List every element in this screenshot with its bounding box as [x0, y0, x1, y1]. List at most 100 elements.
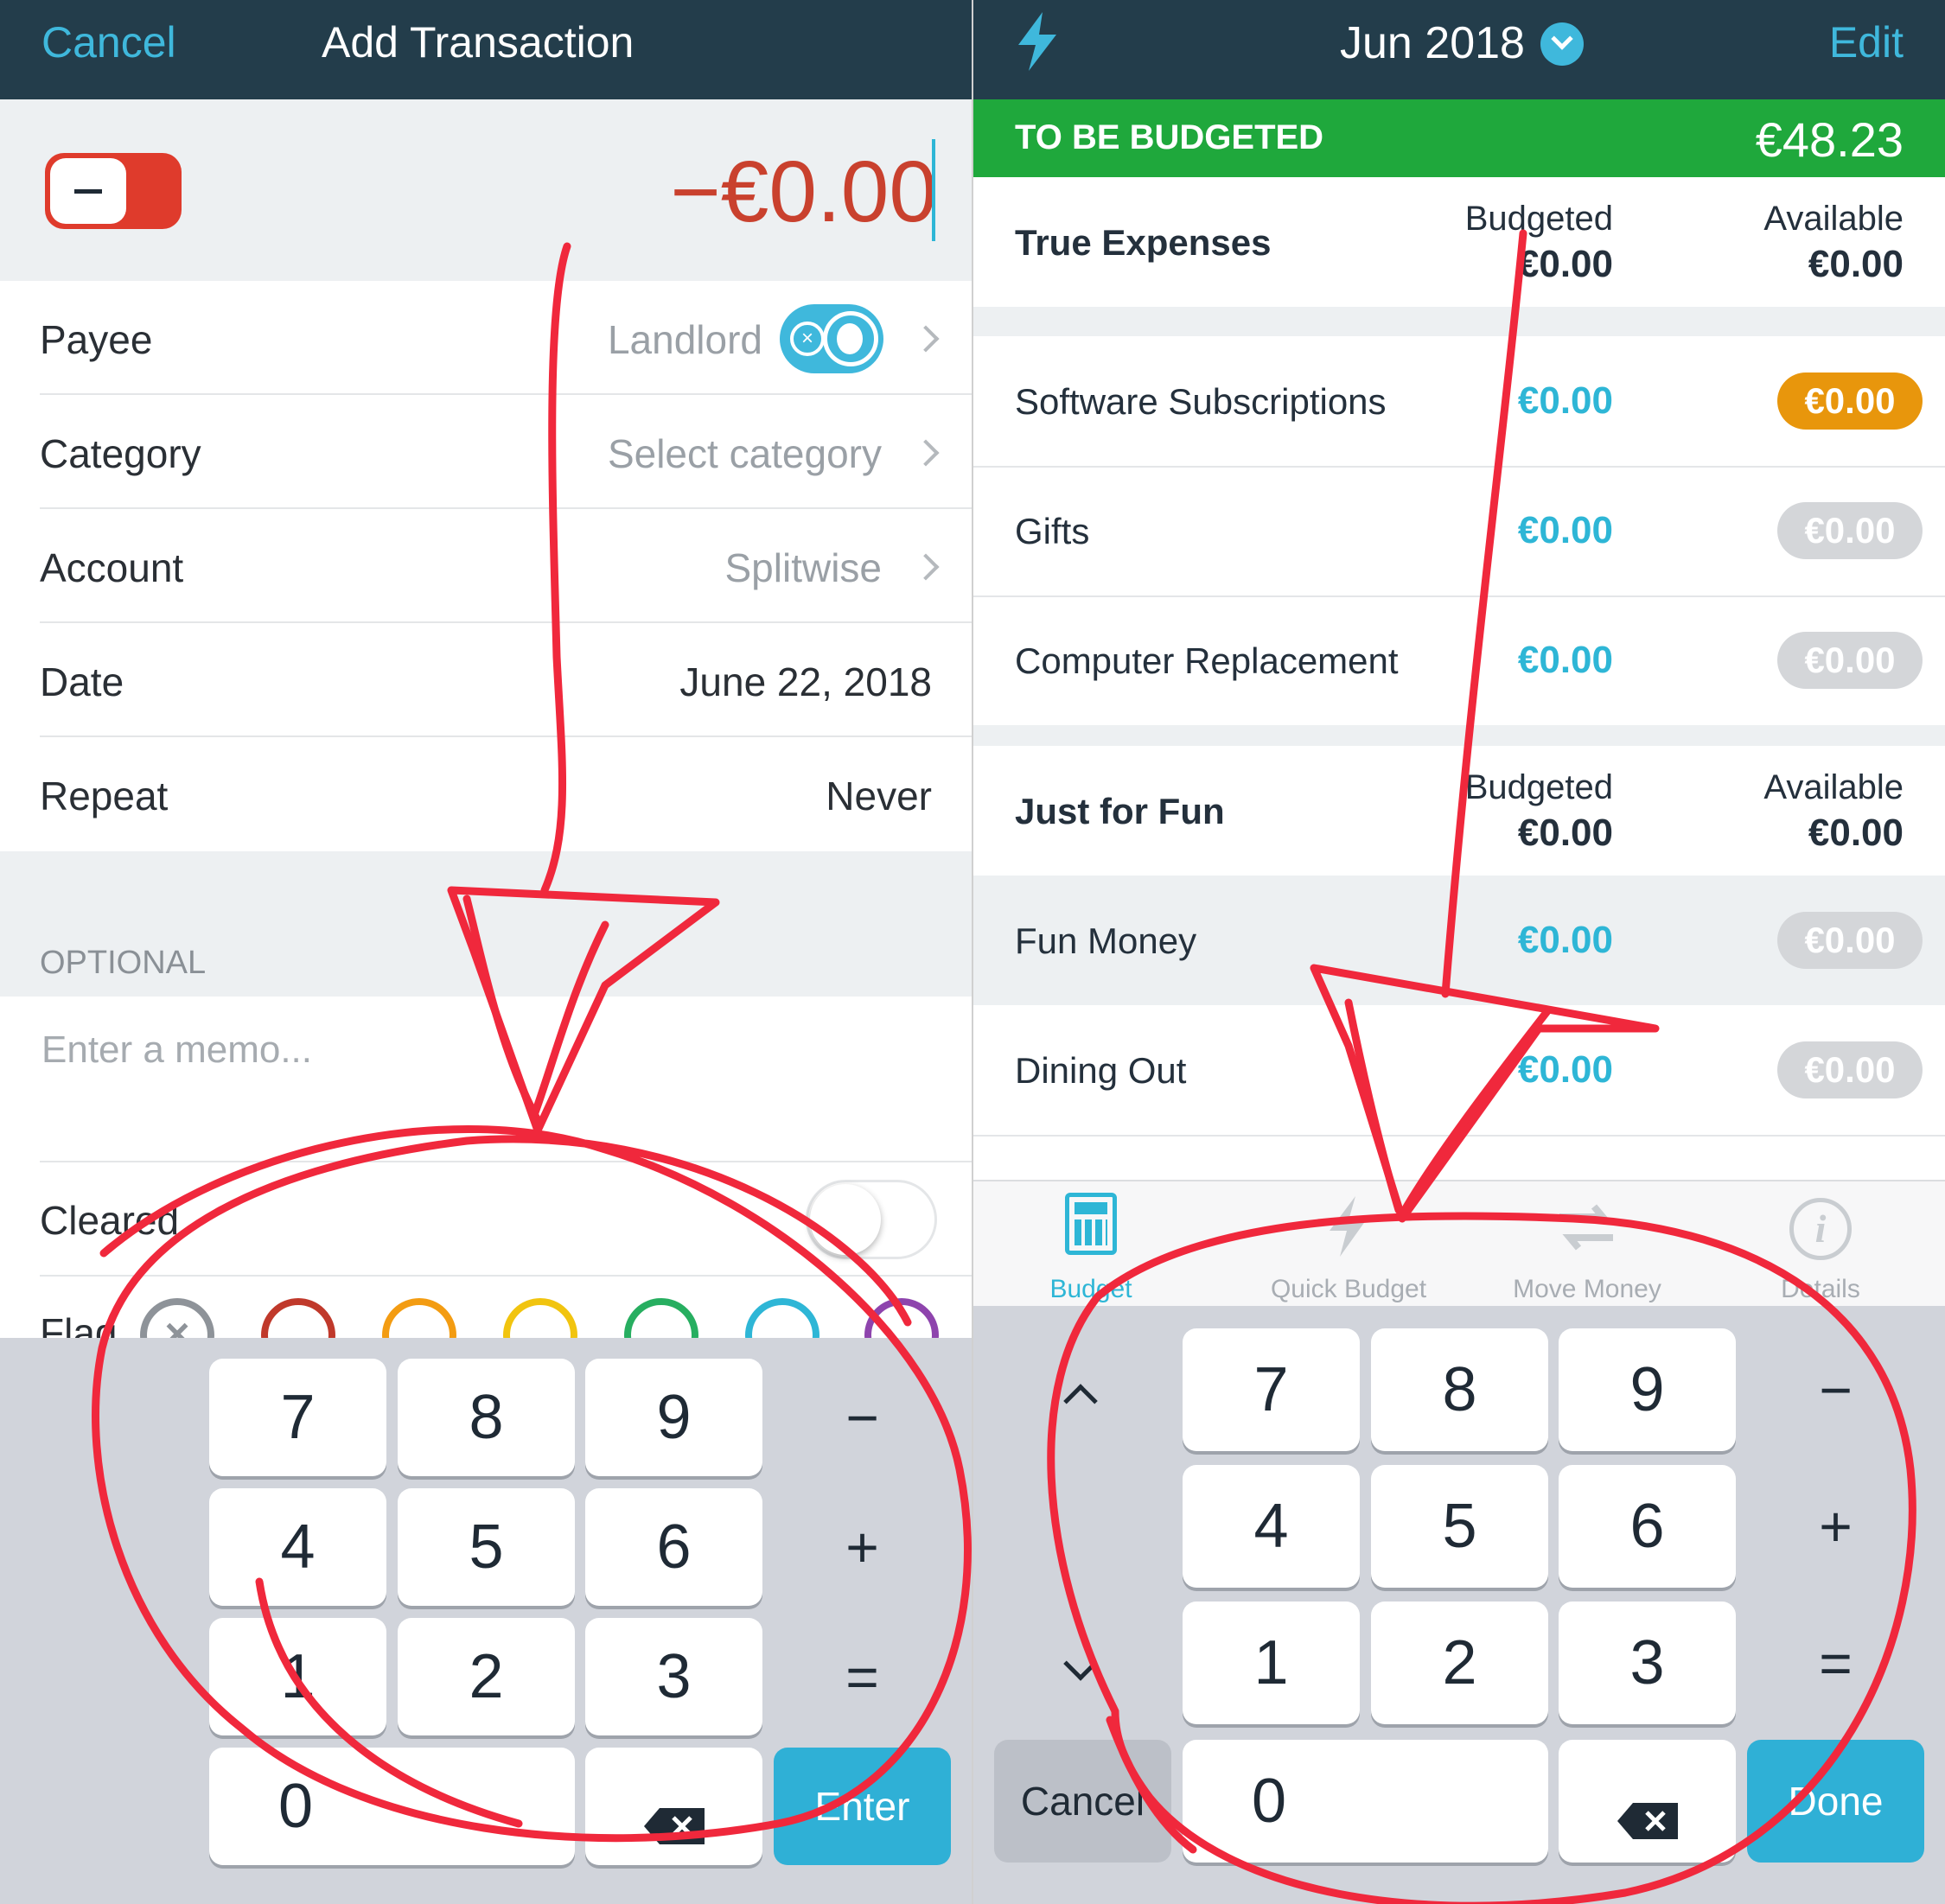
optional-section-header: OPTIONAL: [0, 851, 972, 997]
key-1[interactable]: 1: [209, 1618, 386, 1735]
account-value[interactable]: Splitwise: [724, 544, 882, 591]
key-2[interactable]: 2: [1371, 1602, 1548, 1724]
nav-bar: Cancel Add Transaction: [0, 0, 972, 99]
category-budgeted[interactable]: €0.00: [1518, 919, 1613, 962]
category-name: Fun Money: [1015, 920, 1197, 961]
info-icon[interactable]: i: [1789, 1198, 1852, 1260]
done-button[interactable]: Done: [1747, 1740, 1924, 1863]
key-3[interactable]: 3: [1559, 1602, 1736, 1724]
amount-display[interactable]: −€0.00: [670, 143, 937, 242]
key-6[interactable]: 6: [1559, 1465, 1736, 1588]
tab-details[interactable]: Details: [1725, 1275, 1916, 1304]
group-budgeted: €0.00: [1517, 243, 1613, 285]
category-budgeted[interactable]: €0.00: [1518, 639, 1613, 682]
key-0[interactable]: 0: [1183, 1740, 1548, 1863]
backspace-key[interactable]: [585, 1748, 762, 1865]
available-pill[interactable]: €0.00: [1777, 502, 1923, 559]
available-pill[interactable]: €0.00: [1777, 1041, 1923, 1098]
key-9[interactable]: 9: [1559, 1328, 1736, 1451]
tbb-label: TO BE BUDGETED: [1015, 118, 1324, 156]
category-budgeted[interactable]: €0.00: [1518, 379, 1613, 423]
chevron-down-icon[interactable]: [1063, 1646, 1098, 1681]
key-4[interactable]: 4: [209, 1488, 386, 1606]
memo-field[interactable]: Enter a memo...: [41, 1028, 312, 1072]
key-8[interactable]: 8: [1371, 1328, 1548, 1451]
cleared-toggle[interactable]: [806, 1180, 937, 1259]
cancel-key[interactable]: Cancel: [994, 1740, 1171, 1863]
group-available: €0.00: [1808, 812, 1904, 854]
backspace-icon: [1617, 1783, 1678, 1839]
repeat-value[interactable]: Never: [826, 773, 932, 819]
budgeted-header: Budgeted: [1464, 768, 1613, 806]
key-7[interactable]: 7: [209, 1359, 386, 1476]
equals-key[interactable]: =: [1747, 1602, 1924, 1724]
group-budgeted: €0.00: [1517, 812, 1613, 854]
category-row[interactable]: Fun Money €0.00 €0.00: [973, 876, 1945, 1005]
quick-budget-icon[interactable]: [1326, 1196, 1369, 1257]
available-pill[interactable]: €0.00: [1777, 912, 1923, 969]
key-8[interactable]: 8: [398, 1359, 575, 1476]
group-header[interactable]: Just for Fun Budgeted €0.00 Available €0…: [973, 746, 1945, 876]
payee-link-icon[interactable]: ×: [780, 304, 883, 373]
budgeted-header: Budgeted: [1464, 200, 1613, 238]
page-title: Add Transaction: [322, 18, 635, 67]
key-5[interactable]: 5: [398, 1488, 575, 1606]
cancel-button[interactable]: Cancel: [41, 17, 176, 67]
add-transaction-screen: Cancel Add Transaction −€0.00 Payee Land…: [0, 0, 972, 1904]
date-value[interactable]: June 22, 2018: [679, 659, 932, 705]
chevron-up-icon[interactable]: [1063, 1384, 1098, 1418]
enter-button[interactable]: Enter: [774, 1748, 951, 1865]
payee-value[interactable]: Landlord: [608, 316, 762, 363]
month-title[interactable]: Jun 2018: [1340, 17, 1525, 69]
chevron-right-icon: [912, 439, 940, 467]
tab-budget[interactable]: Budget: [996, 1275, 1186, 1304]
category-row[interactable]: Computer Replacement €0.00 €0.00: [973, 597, 1945, 725]
outflow-toggle[interactable]: [45, 153, 182, 229]
minus-icon: [50, 158, 126, 224]
key-2[interactable]: 2: [398, 1618, 575, 1735]
group-header[interactable]: True Expenses Budgeted €0.00 Available €…: [973, 177, 1945, 307]
plus-key[interactable]: +: [774, 1488, 951, 1606]
to-be-budgeted-bar[interactable]: TO BE BUDGETED €48.23: [973, 99, 1945, 177]
text-cursor: [932, 139, 935, 241]
available-pill[interactable]: €0.00: [1777, 373, 1923, 430]
category-row[interactable]: Gifts €0.00 €0.00: [973, 468, 1945, 595]
available-header: Available: [1763, 768, 1904, 806]
optional-header: OPTIONAL: [40, 945, 207, 981]
move-money-icon[interactable]: [1556, 1201, 1617, 1253]
category-budgeted[interactable]: €0.00: [1518, 1048, 1613, 1092]
key-1[interactable]: 1: [1183, 1602, 1360, 1724]
edit-button[interactable]: Edit: [1829, 17, 1904, 67]
repeat-label: Repeat: [40, 774, 169, 818]
minus-key[interactable]: −: [774, 1359, 951, 1476]
number-keypad: 7 8 9 − 4 5 6 + 1 2 3 = Cancel 0 Done: [973, 1306, 1945, 1904]
key-5[interactable]: 5: [1371, 1465, 1548, 1588]
category-row[interactable]: Dining Out €0.00 €0.00: [973, 1005, 1945, 1135]
key-0[interactable]: 0: [209, 1748, 575, 1865]
group-name: True Expenses: [1015, 222, 1272, 263]
available-pill[interactable]: €0.00: [1777, 632, 1923, 689]
minus-key[interactable]: −: [1747, 1328, 1924, 1451]
key-9[interactable]: 9: [585, 1359, 762, 1476]
key-3[interactable]: 3: [585, 1618, 762, 1735]
tab-move-money[interactable]: Move Money: [1492, 1275, 1682, 1304]
category-label: Category: [40, 431, 201, 476]
calculator-icon[interactable]: [1065, 1193, 1117, 1255]
key-6[interactable]: 6: [585, 1488, 762, 1606]
category-value[interactable]: Select category: [608, 430, 882, 477]
plus-key[interactable]: +: [1747, 1465, 1924, 1588]
chevron-down-icon[interactable]: [1540, 22, 1584, 66]
tab-quick-budget[interactable]: Quick Budget: [1253, 1275, 1444, 1304]
category-row[interactable]: Software Subscriptions €0.00 €0.00: [973, 336, 1945, 466]
lightning-icon[interactable]: [1015, 12, 1060, 71]
key-4[interactable]: 4: [1183, 1465, 1360, 1588]
category-budgeted[interactable]: €0.00: [1518, 509, 1613, 552]
category-name: Software Subscriptions: [1015, 381, 1387, 422]
amount-area: −€0.00: [0, 99, 972, 281]
key-7[interactable]: 7: [1183, 1328, 1360, 1451]
chevron-right-icon: [912, 325, 940, 353]
account-label: Account: [40, 545, 184, 590]
equals-key[interactable]: =: [774, 1618, 951, 1735]
category-name: Dining Out: [1015, 1050, 1187, 1091]
backspace-key[interactable]: [1559, 1740, 1736, 1863]
